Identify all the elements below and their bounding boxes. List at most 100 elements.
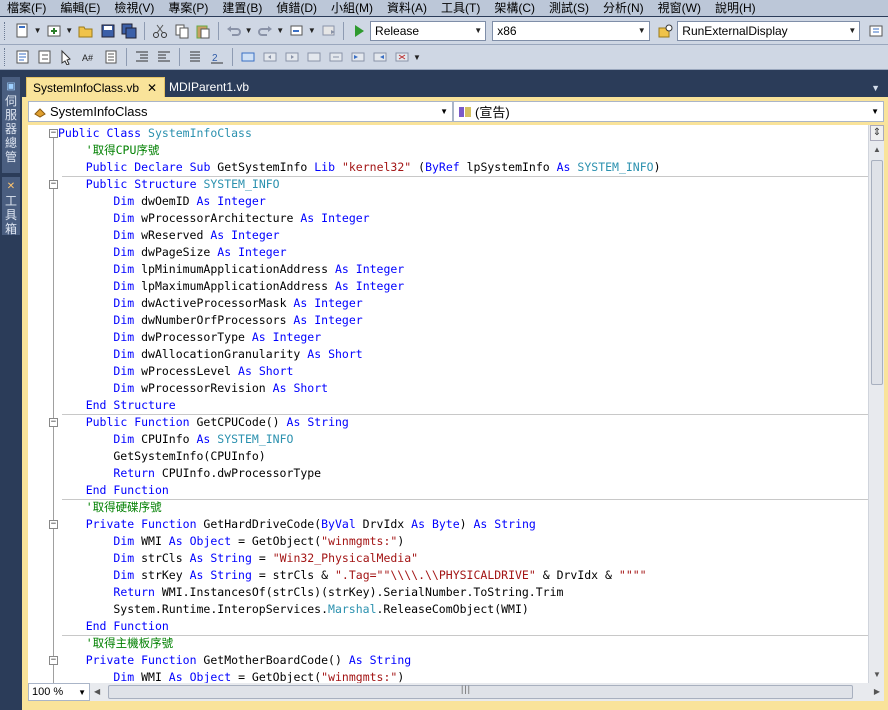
open-file-icon[interactable] bbox=[76, 21, 96, 41]
next-bookmark-in-document-icon[interactable] bbox=[370, 47, 390, 67]
clear-bookmarks-icon[interactable] bbox=[392, 47, 412, 67]
code-line[interactable]: Dim strCls As String = "Win32_PhysicalMe… bbox=[28, 550, 868, 567]
chevron-down-icon[interactable]: ▼ bbox=[245, 26, 253, 35]
uncomment-icon[interactable]: 2 bbox=[207, 47, 227, 67]
vertical-scrollbar[interactable]: ⇕ ▲ ▼ bbox=[868, 125, 884, 683]
code-line[interactable]: Dim dwProcessorType As Integer bbox=[28, 329, 868, 346]
code-line[interactable]: Dim dwNumberOrfProcessors As Integer bbox=[28, 312, 868, 329]
scroll-up-icon[interactable]: ▲ bbox=[869, 142, 885, 158]
toolbar-grip[interactable] bbox=[4, 48, 8, 66]
code-line[interactable]: End Structure bbox=[28, 397, 868, 414]
method-name-select[interactable]: (宣告) ▼ bbox=[453, 101, 884, 122]
add-item-icon[interactable] bbox=[45, 21, 65, 41]
zoom-select[interactable]: 100 % ▼ bbox=[28, 683, 90, 701]
code-line[interactable]: GetSystemInfo(CPUInfo) bbox=[28, 448, 868, 465]
code-line[interactable]: Return CPUInfo.dwProcessorType bbox=[28, 465, 868, 482]
collapse-icon[interactable]: − bbox=[49, 656, 58, 665]
previous-bookmark-in-document-icon[interactable] bbox=[348, 47, 368, 67]
horizontal-scrollbar[interactable]: ◀ ||| ▶ bbox=[90, 683, 884, 701]
server-explorer-tab[interactable]: ▣ 伺服器總管 bbox=[2, 77, 20, 173]
tab-mdiparent1-vb[interactable]: MDIParent1.vb bbox=[163, 77, 255, 97]
menu-item[interactable]: 測試(S) bbox=[542, 1, 596, 15]
code-line[interactable]: Dim wProcessorRevision As Short bbox=[28, 380, 868, 397]
vertical-scroll-thumb[interactable] bbox=[871, 160, 883, 385]
tab-systeminfoclass-vb[interactable]: SystemInfoClass.vb ✕ bbox=[26, 77, 165, 97]
copy-icon[interactable] bbox=[172, 21, 192, 41]
chevron-down-icon[interactable]: ▼ bbox=[308, 26, 316, 35]
code-line[interactable]: Dim lpMaximumApplicationAddress As Integ… bbox=[28, 278, 868, 295]
navigate-backward-icon[interactable] bbox=[287, 21, 307, 41]
code-line[interactable]: System.Runtime.InteropServices.Marshal.R… bbox=[28, 601, 868, 618]
toolbar-options-icon[interactable] bbox=[867, 21, 887, 41]
chevron-down-icon[interactable]: ▼ bbox=[34, 26, 42, 35]
menu-item[interactable]: 視窗(W) bbox=[651, 1, 708, 15]
object-members-icon[interactable] bbox=[13, 47, 33, 67]
redo-icon[interactable] bbox=[256, 21, 276, 41]
menu-item[interactable]: 分析(N) bbox=[596, 1, 651, 15]
code-text-area[interactable]: − Public Class SystemInfoClass '取得CPU序號 P… bbox=[28, 125, 868, 683]
menu-item[interactable]: 編輯(E) bbox=[53, 1, 107, 15]
code-line[interactable]: Dim WMI As Object = GetObject("winmgmts:… bbox=[28, 669, 868, 683]
code-line[interactable]: '取得主機板序號 bbox=[28, 635, 868, 652]
solution-platform-select[interactable]: x86 ▼ bbox=[492, 20, 650, 41]
complete-word-icon[interactable]: A# bbox=[79, 47, 99, 67]
collapse-icon[interactable]: − bbox=[49, 180, 58, 189]
menu-item[interactable]: 架構(C) bbox=[487, 1, 542, 15]
code-line[interactable]: Dim wProcessLevel As Short bbox=[28, 363, 868, 380]
code-line[interactable]: End Function bbox=[28, 482, 868, 499]
code-line[interactable]: Dim dwAllocationGranularity As Short bbox=[28, 346, 868, 363]
chevron-down-icon[interactable]: ▼ bbox=[276, 26, 284, 35]
code-line[interactable]: Dim CPUInfo As SYSTEM_INFO bbox=[28, 431, 868, 448]
paste-icon[interactable] bbox=[193, 21, 213, 41]
code-line[interactable]: Dim strKey As String = strCls & ".Tag=""… bbox=[28, 567, 868, 584]
splitter-handle-icon[interactable]: ⇕ bbox=[870, 125, 884, 141]
comment-out-icon[interactable] bbox=[185, 47, 205, 67]
code-line[interactable]: − Public Structure SYSTEM_INFO bbox=[28, 176, 868, 193]
undo-icon[interactable] bbox=[224, 21, 244, 41]
code-line[interactable]: Dim lpMinimumApplicationAddress As Integ… bbox=[28, 261, 868, 278]
next-bookmark-icon[interactable] bbox=[282, 47, 302, 67]
cut-icon[interactable] bbox=[150, 21, 170, 41]
close-icon[interactable]: ✕ bbox=[147, 81, 157, 95]
menu-item[interactable]: 偵錯(D) bbox=[269, 1, 324, 15]
code-line[interactable]: − Public Class SystemInfoClass bbox=[28, 125, 868, 142]
decrease-indent-icon[interactable] bbox=[132, 47, 152, 67]
bookmark-icon[interactable] bbox=[238, 47, 258, 67]
save-icon[interactable] bbox=[98, 21, 118, 41]
quick-info-icon[interactable] bbox=[57, 47, 77, 67]
navigate-forward-icon[interactable] bbox=[319, 21, 339, 41]
code-line[interactable]: Dim dwActiveProcessorMask As Integer bbox=[28, 295, 868, 312]
horizontal-scroll-thumb[interactable] bbox=[108, 685, 853, 699]
scroll-down-icon[interactable]: ▼ bbox=[869, 667, 885, 683]
collapse-icon[interactable]: − bbox=[49, 129, 58, 138]
chevron-down-icon[interactable]: ▼ bbox=[65, 26, 73, 35]
menu-item[interactable]: 專案(P) bbox=[161, 1, 215, 15]
code-line[interactable]: − Private Function GetHardDriveCode(ByVa… bbox=[28, 516, 868, 533]
scroll-right-icon[interactable]: ▶ bbox=[874, 683, 880, 701]
code-line[interactable]: Return WMI.InstancesOf(strCls)(strKey).S… bbox=[28, 584, 868, 601]
menu-item[interactable]: 小組(M) bbox=[324, 1, 380, 15]
start-debugging-icon[interactable] bbox=[349, 21, 369, 41]
menu-item[interactable]: 說明(H) bbox=[708, 1, 763, 15]
code-line[interactable]: Dim WMI As Object = GetObject("winmgmts:… bbox=[28, 533, 868, 550]
code-line[interactable]: Dim dwOemID As Integer bbox=[28, 193, 868, 210]
previous-bookmark-in-folder-icon[interactable] bbox=[304, 47, 324, 67]
class-name-select[interactable]: SystemInfoClass ▼ bbox=[28, 101, 453, 122]
menu-item[interactable]: 檔案(F) bbox=[0, 1, 53, 15]
menu-item[interactable]: 檢視(V) bbox=[107, 1, 161, 15]
code-line[interactable]: Public Declare Sub GetSystemInfo Lib "ke… bbox=[28, 159, 868, 176]
increase-indent-icon[interactable] bbox=[154, 47, 174, 67]
code-line[interactable]: − Private Function GetMotherBoardCode() … bbox=[28, 652, 868, 669]
code-line[interactable]: Dim wProcessorArchitecture As Integer bbox=[28, 210, 868, 227]
toolbar-grip[interactable] bbox=[4, 21, 8, 40]
code-line[interactable]: '取得CPU序號 bbox=[28, 142, 868, 159]
menu-item[interactable]: 建置(B) bbox=[215, 1, 269, 15]
toolbox-tab[interactable]: ✕ 工具箱 bbox=[2, 177, 20, 236]
find-in-files-icon[interactable] bbox=[657, 21, 677, 41]
menu-item[interactable]: 資料(A) bbox=[380, 1, 434, 15]
menu-item[interactable]: 工具(T) bbox=[434, 1, 487, 15]
find-target-combo[interactable]: RunExternalDisplay ▼ bbox=[677, 20, 861, 41]
collapse-icon[interactable]: − bbox=[49, 520, 58, 529]
previous-bookmark-icon[interactable] bbox=[260, 47, 280, 67]
code-line[interactable]: − Public Function GetCPUCode() As String bbox=[28, 414, 868, 431]
